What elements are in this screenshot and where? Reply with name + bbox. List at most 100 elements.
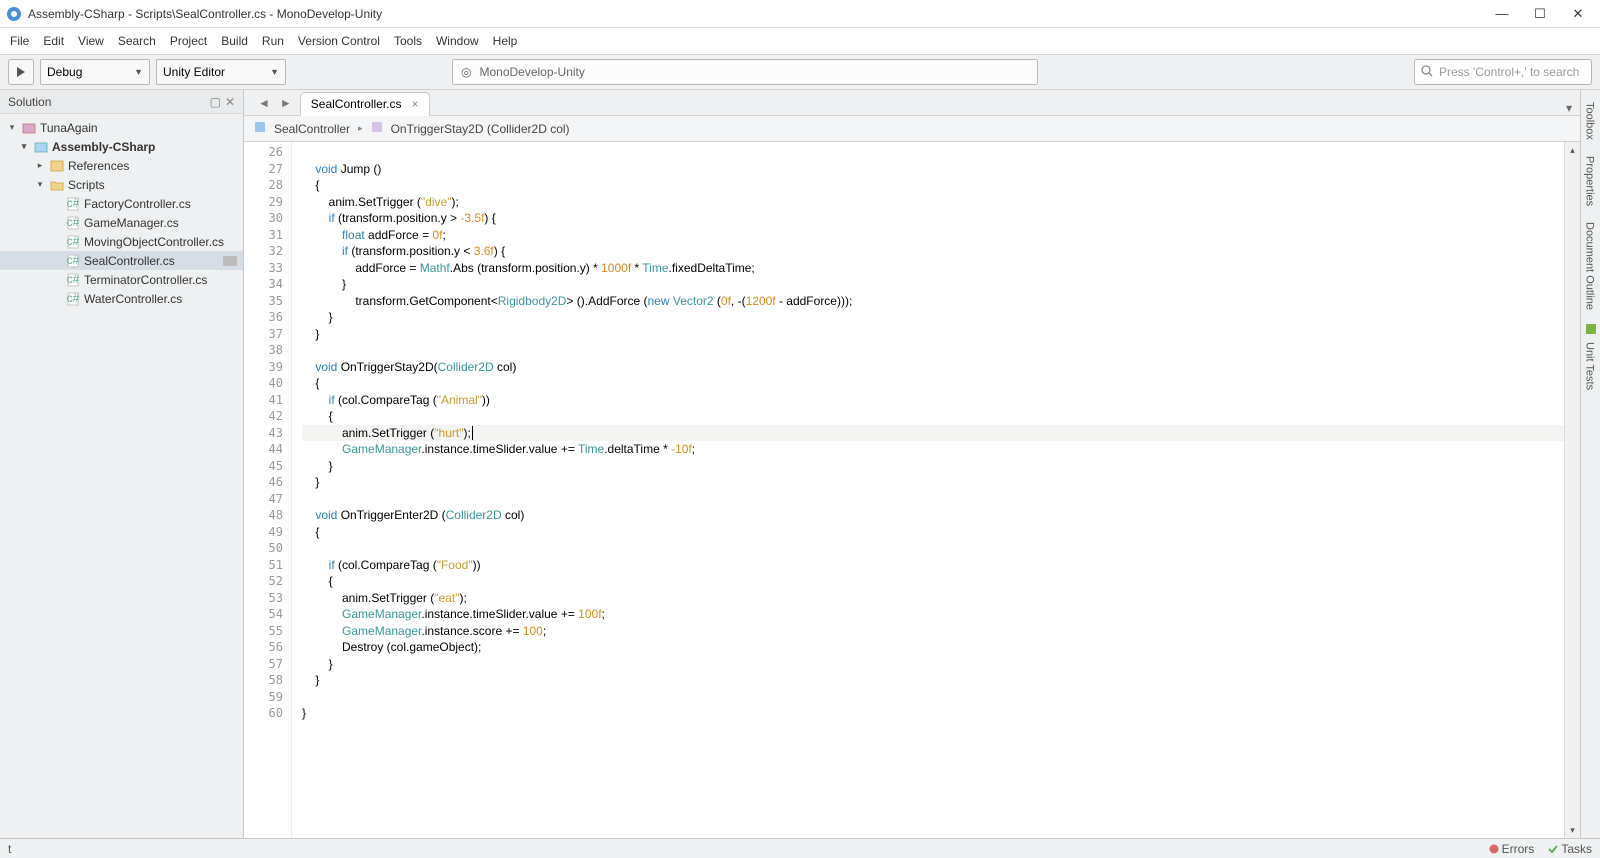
expander-icon[interactable]: ▾: [34, 179, 46, 190]
svg-text:c#: c#: [67, 292, 80, 305]
tab-close-icon[interactable]: ×: [412, 97, 419, 111]
chevron-down-icon: ▼: [134, 67, 143, 77]
tab-overflow-icon[interactable]: ▾: [1558, 101, 1580, 115]
tree-item-assembly-csharp[interactable]: ▾ Assembly-CSharp: [0, 137, 243, 156]
tree-item-factorycontroller-cs[interactable]: c# FactoryController.cs: [0, 194, 243, 213]
menu-search[interactable]: Search: [118, 34, 156, 48]
cs-icon: c#: [65, 196, 81, 212]
maximize-button[interactable]: ☐: [1530, 6, 1550, 22]
configuration-value: Debug: [47, 65, 82, 79]
cs-icon: c#: [65, 291, 81, 307]
active-file-indicator-icon: [223, 256, 237, 266]
app-icon: [6, 6, 22, 22]
target-selector[interactable]: Unity Editor ▼: [156, 59, 286, 85]
menu-window[interactable]: Window: [436, 34, 479, 48]
tree-item-label: Assembly-CSharp: [52, 140, 155, 154]
rail-document-outline[interactable]: Document Outline: [1582, 214, 1600, 318]
solution-pane-header: Solution ▢ ✕: [0, 90, 243, 114]
menubar: File Edit View Search Project Build Run Version…: [0, 28, 1600, 54]
tree-item-sealcontroller-cs[interactable]: c# SealController.cs: [0, 251, 243, 270]
vertical-scrollbar[interactable]: ▴ ▾: [1564, 142, 1580, 838]
folder-icon: [49, 177, 65, 193]
svg-text:c#: c#: [67, 235, 80, 248]
tab-label: SealController.cs: [311, 97, 402, 111]
tree-item-label: TerminatorController.cs: [84, 273, 207, 287]
menu-help[interactable]: Help: [493, 34, 518, 48]
svg-text:c#: c#: [67, 197, 80, 210]
nav-back-button[interactable]: ◄: [258, 96, 270, 110]
tree-item-label: Scripts: [68, 178, 105, 192]
global-search-input[interactable]: Press 'Control+,' to search: [1414, 59, 1592, 85]
target-icon: ◎: [461, 65, 471, 79]
menu-tools[interactable]: Tools: [394, 34, 422, 48]
statusbar: t Errors Tasks: [0, 838, 1600, 858]
menu-project[interactable]: Project: [170, 34, 207, 48]
tree-item-movingobjectcontroller-cs[interactable]: c#MovingObjectController.cs: [0, 232, 243, 251]
editor-area: ◄ ► SealController.cs × ▾ SealController…: [244, 90, 1580, 838]
search-icon: [1421, 65, 1433, 80]
solution-pane-title: Solution: [8, 95, 51, 109]
rail-unit-tests[interactable]: Unit Tests: [1582, 334, 1600, 398]
tasks-label: Tasks: [1561, 842, 1592, 856]
minimize-button[interactable]: —: [1492, 6, 1512, 22]
info-panel: ◎ MonoDevelop-Unity: [452, 59, 1038, 85]
menu-view[interactable]: View: [78, 34, 104, 48]
scroll-down-icon[interactable]: ▾: [1565, 822, 1580, 838]
errors-pad-button[interactable]: Errors: [1489, 842, 1535, 856]
pane-dock-icon[interactable]: ▢: [210, 95, 221, 109]
tree-item-label: WaterController.cs: [84, 292, 182, 306]
tree-item-watercontroller-cs[interactable]: c# WaterController.cs: [0, 289, 243, 308]
rail-toolbox[interactable]: Toolbox: [1582, 94, 1600, 148]
window-title: Assembly-CSharp - Scripts\SealController…: [28, 7, 382, 21]
tab-sealcontroller[interactable]: SealController.cs ×: [300, 92, 430, 116]
code-editor[interactable]: void Jump () { anim.SetTrigger ("dive");…: [292, 142, 1564, 838]
errors-label: Errors: [1502, 842, 1535, 856]
project-icon: [33, 139, 49, 155]
tasks-pad-button[interactable]: Tasks: [1548, 842, 1592, 856]
side-rail: ToolboxPropertiesDocument Outline Unit Te…: [1580, 90, 1600, 838]
references-icon: [49, 158, 65, 174]
pane-close-icon[interactable]: ✕: [225, 95, 235, 109]
scroll-up-icon[interactable]: ▴: [1565, 142, 1580, 158]
cs-icon: c#: [65, 234, 81, 250]
tree-item-tunaagain[interactable]: ▾ TunaAgain: [0, 118, 243, 137]
nav-forward-button[interactable]: ►: [280, 96, 292, 110]
solution-icon: [21, 120, 37, 136]
unit-tests-icon: [1586, 324, 1596, 334]
cs-icon: c#: [65, 215, 81, 231]
tree-item-scripts[interactable]: ▾ Scripts: [0, 175, 243, 194]
svg-text:c#: c#: [67, 273, 80, 286]
menu-version-control[interactable]: Version Control: [298, 34, 380, 48]
menu-edit[interactable]: Edit: [43, 34, 64, 48]
close-button[interactable]: ✕: [1568, 6, 1588, 22]
breadcrumb-class[interactable]: SealController: [274, 122, 350, 136]
solution-tree[interactable]: ▾ TunaAgain ▾ Assembly-CSharp ▸ References ▾ Sc…: [0, 114, 243, 838]
method-icon: [371, 121, 383, 136]
tabstrip: ◄ ► SealController.cs × ▾: [244, 90, 1580, 116]
expander-icon[interactable]: ▾: [18, 141, 30, 152]
breadcrumb-method[interactable]: OnTriggerStay2D (Collider2D col): [391, 122, 570, 136]
tree-item-label: TunaAgain: [40, 121, 98, 135]
menu-build[interactable]: Build: [221, 34, 248, 48]
tree-item-gamemanager-cs[interactable]: c#GameManager.cs: [0, 213, 243, 232]
target-value: Unity Editor: [163, 65, 225, 79]
svg-text:c#: c#: [67, 254, 80, 267]
status-left: t: [8, 842, 11, 856]
expander-icon[interactable]: ▾: [6, 122, 18, 133]
tree-item-label: GameManager.cs: [84, 216, 179, 230]
tree-item-label: SealController.cs: [84, 254, 175, 268]
tree-item-references[interactable]: ▸ References: [0, 156, 243, 175]
rail-properties[interactable]: Properties: [1582, 148, 1600, 214]
menu-file[interactable]: File: [10, 34, 29, 48]
chevron-down-icon: ▼: [270, 67, 279, 77]
expander-icon[interactable]: ▸: [34, 160, 46, 171]
breadcrumb-separator-icon: ▸: [358, 123, 363, 134]
tree-item-terminatorcontroller-cs[interactable]: c# TerminatorController.cs: [0, 270, 243, 289]
breadcrumb: SealController ▸ OnTriggerStay2D (Collid…: [244, 116, 1580, 142]
tree-item-label: References: [68, 159, 129, 173]
cs-icon: c#: [65, 272, 81, 288]
configuration-selector[interactable]: Debug ▼: [40, 59, 150, 85]
tree-item-label: FactoryController.cs: [84, 197, 191, 211]
menu-run[interactable]: Run: [262, 34, 284, 48]
run-button[interactable]: [8, 59, 34, 85]
